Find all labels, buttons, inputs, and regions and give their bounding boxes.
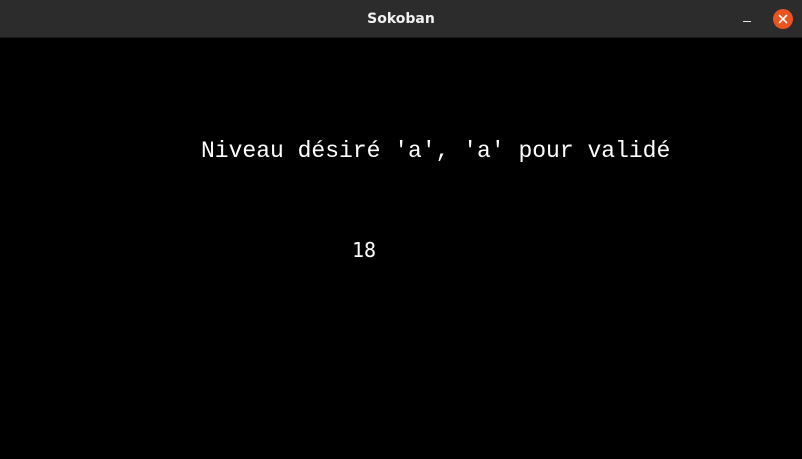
- close-button[interactable]: [773, 9, 793, 29]
- close-icon: [778, 14, 788, 24]
- sokoban-window: Sokoban Niveau désiré 'a', 'a' pour vali…: [0, 0, 802, 459]
- minimize-icon: [743, 21, 751, 22]
- game-canvas[interactable]: Niveau désiré 'a', 'a' pour validé 18: [0, 38, 802, 459]
- minimize-button[interactable]: [736, 9, 758, 31]
- level-prompt: Niveau désiré 'a', 'a' pour validé: [201, 138, 671, 164]
- window-title: Sokoban: [367, 11, 435, 27]
- title-bar[interactable]: Sokoban: [0, 0, 802, 38]
- level-input[interactable]: 18: [352, 238, 376, 262]
